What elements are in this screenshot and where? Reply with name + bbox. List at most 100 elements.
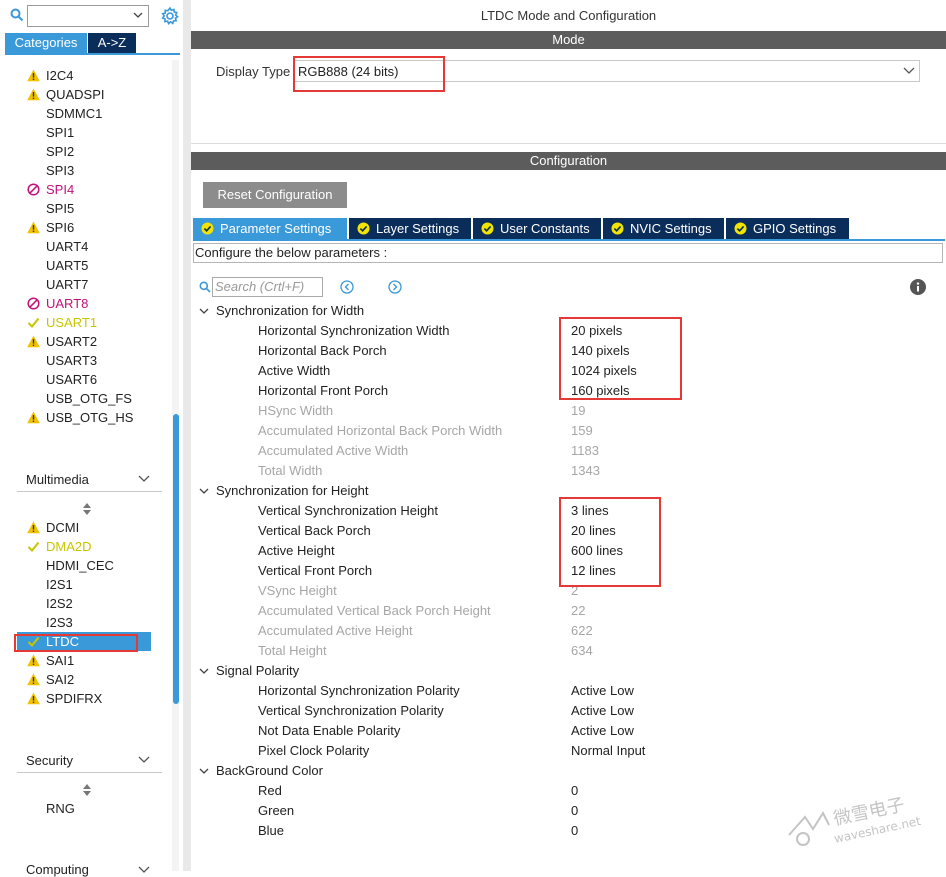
param-value[interactable]: 0 (571, 781, 578, 801)
sidebar-scrollbar-thumb[interactable] (173, 414, 179, 704)
warning-icon (27, 221, 40, 234)
tab-label: Layer Settings (376, 221, 460, 236)
warning-icon (27, 69, 40, 82)
peripheral-label: SAI1 (46, 653, 75, 668)
warning-icon (27, 673, 40, 686)
previous-result-icon[interactable] (340, 280, 354, 294)
param-name[interactable]: Horizontal Synchronization Width (258, 321, 449, 341)
peripheral-label: I2S1 (46, 577, 73, 592)
peripheral-label: SPI4 (46, 182, 75, 197)
disabled-icon (27, 183, 40, 196)
param-value: 159 (571, 423, 593, 438)
peripheral-label: SPI1 (46, 125, 75, 140)
param-name: Accumulated Horizontal Back Porch Width (258, 423, 503, 438)
reset-configuration-button[interactable]: Reset Configuration (203, 182, 347, 208)
sidebar-search-input[interactable] (27, 5, 149, 27)
left-panel: Categories A->Z I2C3I2C4QUADSPISDMMC1SPI… (0, 0, 183, 877)
sort-icon[interactable] (83, 784, 91, 796)
chevron-down-icon[interactable] (138, 474, 150, 484)
param-name[interactable]: Vertical Back Porch (258, 521, 371, 541)
chevron-down-icon[interactable] (138, 755, 150, 765)
peripheral-label: SDMMC1 (46, 106, 103, 121)
peripheral-label: UART5 (46, 258, 89, 273)
param-name[interactable]: Active Width (258, 361, 330, 381)
check-circle-icon (481, 222, 494, 235)
peripheral-label: UART7 (46, 277, 89, 292)
peripheral-label: USART2 (46, 334, 98, 349)
param-name[interactable]: Red (258, 781, 282, 801)
warning-icon (27, 692, 40, 705)
peripheral-label: HDMI_CEC (46, 558, 114, 573)
chevron-down-icon[interactable] (138, 865, 150, 875)
tab-label: NVIC Settings (630, 221, 712, 236)
param-name[interactable]: Horizontal Front Porch (258, 381, 388, 401)
chevron-down-icon[interactable] (903, 66, 915, 76)
check-icon (27, 541, 40, 552)
param-value[interactable]: 0 (571, 821, 578, 841)
next-result-icon[interactable] (388, 280, 402, 294)
tab-parameter-settings[interactable]: Parameter Settings (193, 218, 347, 239)
peripheral-label: SPI2 (46, 144, 75, 159)
warning-icon (27, 411, 40, 424)
sort-icon[interactable] (83, 503, 91, 515)
param-name[interactable]: Horizontal Back Porch (258, 341, 387, 361)
tab-nvic-settings[interactable]: NVIC Settings (603, 218, 724, 239)
section-title-computing[interactable]: Computing (26, 862, 89, 877)
peripheral-label: USART1 (46, 315, 98, 330)
page-title: LTDC Mode and Configuration (480, 8, 657, 23)
param-name[interactable]: Vertical Synchronization Height (258, 501, 438, 521)
expand-caret-icon[interactable] (199, 667, 209, 675)
peripheral-label: I2S3 (46, 615, 73, 630)
highlight-box-width-values (559, 317, 682, 400)
param-name[interactable]: Blue (258, 821, 284, 841)
expand-caret-icon[interactable] (199, 307, 209, 315)
configure-instructions: Configure the below parameters : (193, 243, 943, 263)
param-name: VSync Height (258, 583, 337, 598)
param-value[interactable]: Normal Input (571, 741, 645, 761)
peripheral-label: SAI2 (46, 672, 75, 687)
peripheral-label: I2S2 (46, 596, 73, 611)
param-name: Accumulated Vertical Back Porch Height (258, 603, 491, 618)
section-title-multimedia[interactable]: Multimedia (26, 472, 89, 487)
right-panel: LTDC Mode and Configuration Mode Display… (191, 0, 946, 871)
param-value[interactable]: Active Low (571, 701, 634, 721)
chevron-down-icon[interactable] (132, 9, 144, 21)
param-name: Total Height (258, 643, 327, 658)
param-name[interactable]: Green (258, 801, 294, 821)
param-value: 622 (571, 623, 593, 638)
mode-band: Mode (191, 31, 946, 49)
param-value[interactable]: 0 (571, 801, 578, 821)
param-name[interactable]: Not Data Enable Polarity (258, 721, 400, 741)
section-divider (17, 491, 162, 492)
peripheral-label: DMA2D (46, 539, 92, 554)
param-name[interactable]: Vertical Front Porch (258, 561, 372, 581)
tab-layer-settings[interactable]: Layer Settings (349, 218, 471, 239)
tab-label: User Constants (500, 221, 590, 236)
expand-caret-icon[interactable] (199, 767, 209, 775)
param-value[interactable]: Active Low (571, 681, 634, 701)
section-title-security[interactable]: Security (26, 753, 73, 768)
param-value[interactable]: Active Low (571, 721, 634, 741)
tab-a-z[interactable]: A->Z (88, 33, 136, 53)
param-name[interactable]: Pixel Clock Polarity (258, 741, 369, 761)
parameter-search-input[interactable]: Search (Crtl+F) (212, 277, 323, 297)
param-group-title: Synchronization for Width (216, 303, 365, 318)
param-name[interactable]: Active Height (258, 541, 335, 561)
param-name[interactable]: Horizontal Synchronization Polarity (258, 681, 460, 701)
expand-caret-icon[interactable] (199, 487, 209, 495)
peripheral-label: SPI3 (46, 163, 75, 178)
tab-user-constants[interactable]: User Constants (473, 218, 601, 239)
peripheral-label: USB_OTG_FS (46, 391, 132, 406)
warning-icon (27, 88, 40, 101)
tab-label: GPIO Settings (753, 221, 837, 236)
param-name[interactable]: Vertical Synchronization Polarity (258, 701, 444, 721)
panel-splitter[interactable] (183, 0, 191, 871)
search-icon (199, 281, 211, 293)
info-icon[interactable] (910, 279, 926, 295)
tab-categories[interactable]: Categories (5, 33, 87, 53)
peripheral-label: SPI6 (46, 220, 75, 235)
tab-gpio-settings[interactable]: GPIO Settings (726, 218, 849, 239)
param-name: Total Width (258, 463, 323, 478)
gear-icon[interactable] (160, 6, 180, 26)
search-icon (10, 8, 24, 22)
